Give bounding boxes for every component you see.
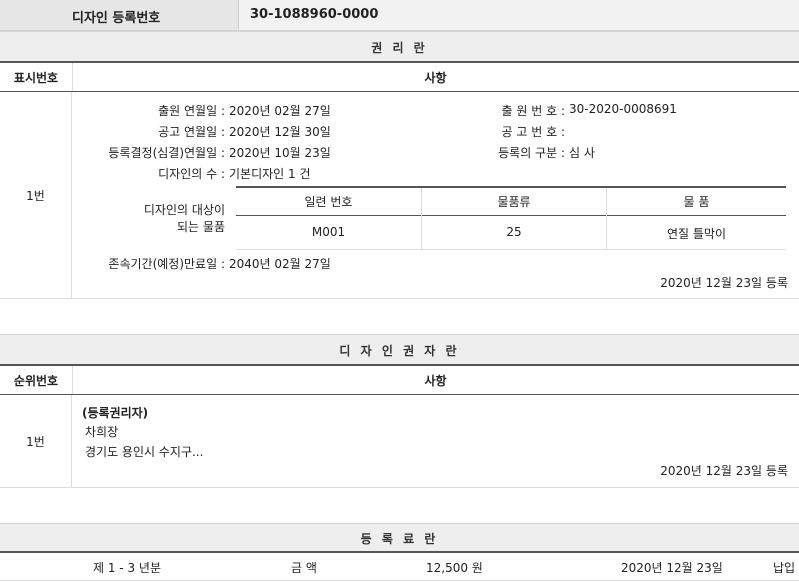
fee-amount: 12,500 원 <box>426 561 483 575</box>
rights-column-header: 표시번호 사항 <box>0 63 799 93</box>
rights-col-no: 표시번호 <box>13 71 59 85</box>
expiry-label: 존속기간(예정)만료일 : <box>108 257 225 271</box>
registration-header: 디자인 등록번호 30-1088960-0000 <box>0 0 799 31</box>
registration-label-cell: 디자인 등록번호 <box>0 0 239 30</box>
holder-row-number: 1번 <box>26 435 45 449</box>
holder-reg-stamp: 2020년 12월 23일 등록 <box>660 464 788 478</box>
reg-type: 심 사 <box>569 146 595 160</box>
goods-cell-article: 연질 틀막이 <box>666 227 726 241</box>
holder-section-title: 디 자 인 권 자 란 <box>0 334 799 365</box>
fee-amount-label: 금 액 <box>291 561 317 575</box>
goods-header-article: 물 품 <box>683 195 710 209</box>
goods-cell-class: 25 <box>506 225 522 239</box>
rights-col-item: 사항 <box>424 71 447 85</box>
registration-label: 디자인 등록번호 <box>72 11 161 26</box>
registration-number: 30-1088960-0000 <box>250 7 379 22</box>
pub-date: 2020년 12월 30일 <box>229 125 331 139</box>
rights-reg-stamp: 2020년 12월 23일 등록 <box>660 276 788 290</box>
decision-date-label: 등록결정(심결)연월일 : <box>108 146 225 160</box>
reg-type-label: 등록의 구분 : <box>498 146 565 160</box>
expiry-date: 2040년 02월 27일 <box>229 257 331 271</box>
rights-section-title: 권 리 란 <box>0 31 799 62</box>
app-no-label: 출 원 번 호 : <box>501 104 565 118</box>
pub-date-label: 공고 연월일 : <box>158 125 225 139</box>
pub-no-label: 공 고 번 호 : <box>501 125 565 139</box>
fee-section-title: 등 록 료 란 <box>0 523 799 552</box>
goods-header-serial: 일련 번호 <box>304 195 353 209</box>
target-goods-label-2: 되는 물품 <box>177 220 225 234</box>
holder-col-no: 순위번호 <box>13 374 59 388</box>
app-date-label: 출원 연월일 : <box>158 104 225 118</box>
goods-cell-serial: M001 <box>311 225 346 239</box>
holder-type: (등록권리자) <box>82 406 149 420</box>
design-count-label: 디자인의 수 : <box>158 167 225 181</box>
rights-row-number: 1번 <box>26 189 45 203</box>
holder-name: 차희장 <box>85 425 119 439</box>
goods-table: 일련 번호 물품류 물 품 M001 25 연질 틀막이 <box>236 186 786 250</box>
fee-date: 2020년 12월 23일 <box>621 561 723 575</box>
target-goods-label-1: 디자인의 대상이 <box>143 203 225 217</box>
goods-header-class: 물품류 <box>497 195 531 209</box>
app-no: 30-2020-0008691 <box>569 102 677 116</box>
fee-status: 납입 <box>773 561 796 575</box>
design-count: 기본디자인 1 건 <box>229 167 311 181</box>
decision-date: 2020년 10월 23일 <box>229 146 331 160</box>
holder-address: 경기도 용인시 수지구... <box>85 445 204 459</box>
holder-column-header: 순위번호 사항 <box>0 366 799 396</box>
app-date: 2020년 02월 27일 <box>229 104 331 118</box>
fee-period: 제 1 - 3 년분 <box>93 561 161 575</box>
holder-col-item: 사항 <box>424 374 447 388</box>
